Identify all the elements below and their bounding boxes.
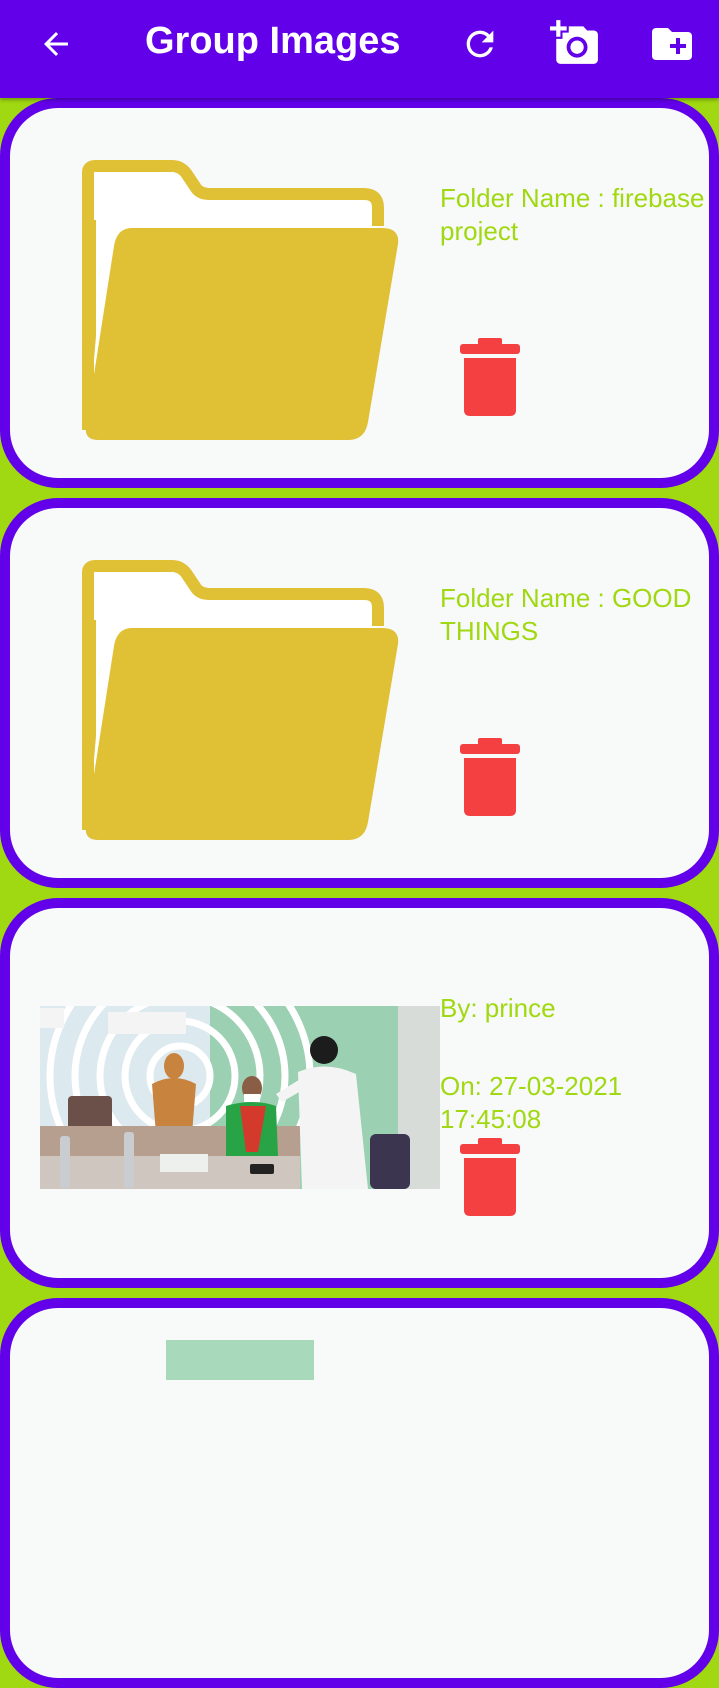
image-card[interactable] xyxy=(0,1298,719,1688)
create-folder-icon[interactable] xyxy=(648,20,696,72)
arrow-back-icon[interactable] xyxy=(38,26,74,66)
folder-card[interactable]: Folder Name : firebase project xyxy=(0,98,719,488)
folder-icon xyxy=(82,160,402,444)
page-title: Group Images xyxy=(145,20,401,62)
folder-card[interactable]: Folder Name : GOOD THINGS xyxy=(0,498,719,888)
image-card[interactable]: By: prince On: 27-03-2021 17:45:08 xyxy=(0,898,719,1288)
folder-name-label: Folder Name : GOOD THINGS xyxy=(440,583,692,646)
uploaded-by-label: By: prince xyxy=(440,993,556,1023)
delete-icon[interactable] xyxy=(456,1138,524,1222)
folder-name-label: Folder Name : firebase project xyxy=(440,183,705,246)
delete-icon[interactable] xyxy=(456,738,524,822)
add-photo-icon[interactable] xyxy=(550,18,600,72)
thumbnail-image[interactable] xyxy=(166,1340,314,1380)
folder-icon xyxy=(82,560,402,844)
uploaded-on-label: On: 27-03-2021 17:45:08 xyxy=(440,1071,623,1134)
delete-icon[interactable] xyxy=(456,338,524,422)
app-bar: Group Images xyxy=(0,0,719,98)
thumbnail-image[interactable] xyxy=(40,1006,440,1189)
refresh-icon[interactable] xyxy=(460,24,500,68)
